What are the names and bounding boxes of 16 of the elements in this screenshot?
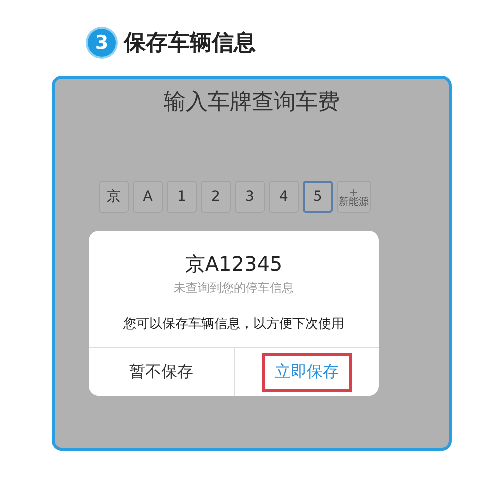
dialog-subtitle: 未查询到您的停车信息 xyxy=(174,280,294,297)
plate-character-box[interactable]: 2 xyxy=(201,181,231,213)
step-title: 保存车辆信息 xyxy=(124,30,256,58)
step-number-badge: 3 xyxy=(88,29,116,57)
save-button[interactable]: 立即保存 xyxy=(262,352,352,392)
cancel-button[interactable]: 暂不保存 xyxy=(116,352,206,392)
plate-number: 京A12345 xyxy=(185,251,283,278)
plate-character-box[interactable]: 4 xyxy=(269,181,299,213)
plate-character-box[interactable]: 5 xyxy=(303,181,333,213)
dialog-message: 您可以保存车辆信息，以方便下次使用 xyxy=(124,316,344,333)
plate-character-box[interactable]: 京 xyxy=(99,181,129,213)
plate-character-box[interactable]: 1 xyxy=(167,181,197,213)
plate-character-box[interactable]: A xyxy=(133,181,163,213)
screen-title: 输入车牌查询车费 xyxy=(164,89,340,117)
plate-character-box[interactable]: 3 xyxy=(235,181,265,213)
new-energy-key[interactable]: + 新能源 xyxy=(337,181,371,213)
